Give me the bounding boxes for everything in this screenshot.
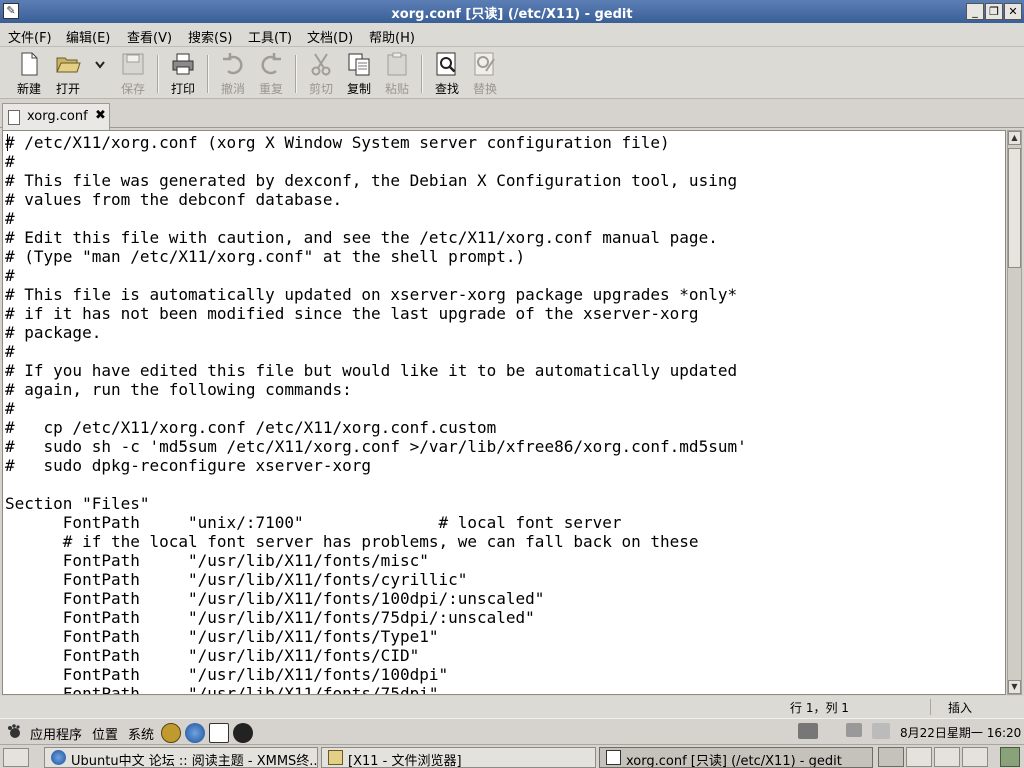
open-recent-dropdown[interactable]	[90, 51, 110, 97]
title-bar: ✎ xorg.conf [只读] (/etc/X11) - gedit _ ❐ …	[0, 0, 1024, 23]
insert-mode: 插入	[948, 701, 973, 715]
applications-menu[interactable]: 应用程序	[30, 724, 82, 743]
tab-bar	[0, 99, 1024, 128]
undo-icon	[223, 53, 243, 75]
clock[interactable]: 8月22日星期一 16:20	[900, 724, 1021, 741]
workspace-3[interactable]	[934, 747, 960, 767]
task-browser-forum[interactable]: Ubuntu中文 论坛 :: 阅读主题 - XMMS终...	[44, 747, 318, 768]
redo-icon	[261, 53, 281, 75]
menu-documents[interactable]: 文档(D)	[307, 27, 353, 46]
scrollbar-thumb[interactable]	[1008, 148, 1021, 268]
task-label: xorg.conf [只读] (/etc/X11) - gedit	[626, 754, 842, 768]
toolbar-separator	[207, 55, 209, 93]
task-file-browser[interactable]: [X11 - 文件浏览器]	[321, 747, 596, 768]
scroll-down-arrow-icon[interactable]: ▼	[1008, 680, 1021, 694]
paste-button[interactable]: 粘贴	[377, 51, 417, 97]
document-icon	[8, 110, 20, 125]
copy-button[interactable]: 复制	[339, 51, 379, 97]
new-button[interactable]: 新建	[9, 51, 49, 97]
save-label: 保存	[120, 82, 145, 96]
folder-open-icon	[56, 57, 81, 73]
web-browser-icon	[51, 750, 66, 765]
save-icon	[122, 53, 144, 75]
workspace-2[interactable]	[906, 747, 932, 767]
gnome-foot-icon	[8, 724, 20, 738]
places-menu[interactable]: 位置	[92, 724, 118, 743]
replace-icon	[474, 52, 495, 76]
find-label: 查找	[434, 82, 459, 96]
system-menu[interactable]: 系统	[128, 724, 154, 743]
network-icon[interactable]	[798, 723, 818, 739]
print-button[interactable]: 打印	[163, 51, 203, 97]
maximize-button[interactable]: ❐	[985, 3, 1003, 20]
find-icon	[436, 52, 456, 76]
new-label: 新建	[16, 82, 41, 96]
menu-view[interactable]: 查看(V)	[127, 27, 172, 46]
menu-help[interactable]: 帮助(H)	[369, 27, 415, 46]
print-label: 打印	[170, 82, 195, 96]
cut-button[interactable]: 剪切	[301, 51, 341, 97]
qq-launcher-icon[interactable]	[233, 723, 253, 743]
undo-label: 撤消	[220, 82, 245, 96]
paste-icon	[387, 52, 407, 76]
web-browser-launcher-icon[interactable]	[185, 723, 205, 743]
new-document-icon	[21, 52, 38, 76]
save-button[interactable]: 保存	[113, 51, 153, 97]
tab-xorg-conf[interactable]: xorg.conf ✖	[2, 103, 110, 130]
chevron-down-icon	[95, 61, 105, 69]
toolbar-separator	[295, 55, 297, 93]
file-content[interactable]: # /etc/X11/xorg.conf (xorg X Window Syst…	[5, 133, 747, 694]
folder-icon	[328, 750, 343, 765]
replace-button[interactable]: 替换	[465, 51, 505, 97]
workspace-1[interactable]	[878, 747, 904, 767]
taskbar: Ubuntu中文 论坛 :: 阅读主题 - XMMS终... [X11 - 文件…	[0, 744, 1024, 768]
toolbar: 新建 打开 保存 打印 撤消 重复 剪切 复制 粘贴 查找 替换	[0, 47, 1024, 99]
task-gedit[interactable]: xorg.conf [只读] (/etc/X11) - gedit	[599, 747, 873, 768]
copy-label: 复制	[346, 82, 371, 96]
toolbar-separator	[421, 55, 423, 93]
status-bar: 行 1，列 1 插入	[0, 696, 1024, 718]
status-separator	[930, 699, 931, 715]
vertical-scrollbar[interactable]: ▲ ▼	[1007, 130, 1022, 695]
open-label: 打开	[55, 82, 80, 96]
cut-label: 剪切	[308, 82, 333, 96]
volume-icon[interactable]	[872, 723, 890, 739]
show-desktop-button[interactable]	[3, 748, 29, 767]
redo-label: 重复	[258, 82, 283, 96]
text-editor-icon	[606, 750, 621, 765]
gnome-panel: 应用程序 位置 系统 8月22日星期一 16:20	[0, 718, 1024, 744]
text-editor-launcher-icon[interactable]	[209, 723, 229, 743]
redo-button[interactable]: 重复	[251, 51, 291, 97]
paste-label: 粘贴	[384, 82, 409, 96]
printer-icon	[172, 53, 194, 75]
trash-icon[interactable]	[1000, 747, 1020, 767]
text-editor[interactable]: # /etc/X11/xorg.conf (xorg X Window Syst…	[2, 130, 1006, 695]
menu-search[interactable]: 搜索(S)	[188, 27, 232, 46]
menu-edit[interactable]: 编辑(E)	[66, 27, 110, 46]
close-button[interactable]: ✕	[1004, 3, 1022, 20]
task-label: [X11 - 文件浏览器]	[348, 754, 462, 768]
open-button[interactable]: 打开	[48, 51, 88, 97]
tab-label: xorg.conf	[27, 109, 88, 124]
workspace-4[interactable]	[962, 747, 988, 767]
undo-button[interactable]: 撤消	[213, 51, 253, 97]
menu-tools[interactable]: 工具(T)	[248, 27, 292, 46]
menu-file[interactable]: 文件(F)	[8, 27, 52, 46]
cursor-position: 行 1，列 1	[790, 701, 849, 715]
menu-bar: 文件(F) 编辑(E) 查看(V) 搜索(S) 工具(T) 文档(D) 帮助(H…	[0, 23, 1024, 47]
window-title: xorg.conf [只读] (/etc/X11) - gedit	[391, 7, 633, 22]
scroll-up-arrow-icon[interactable]: ▲	[1008, 131, 1021, 145]
close-tab-icon[interactable]: ✖	[95, 108, 106, 123]
printer-status-icon[interactable]	[846, 723, 862, 737]
task-label: Ubuntu中文 论坛 :: 阅读主题 - XMMS终...	[71, 754, 318, 768]
browser-launcher-icon[interactable]	[161, 723, 181, 743]
scissors-icon	[311, 53, 331, 76]
replace-label: 替换	[472, 82, 497, 96]
find-button[interactable]: 查找	[427, 51, 467, 97]
minimize-button[interactable]: _	[966, 3, 984, 20]
copy-icon	[348, 53, 370, 76]
toolbar-separator	[157, 55, 159, 93]
